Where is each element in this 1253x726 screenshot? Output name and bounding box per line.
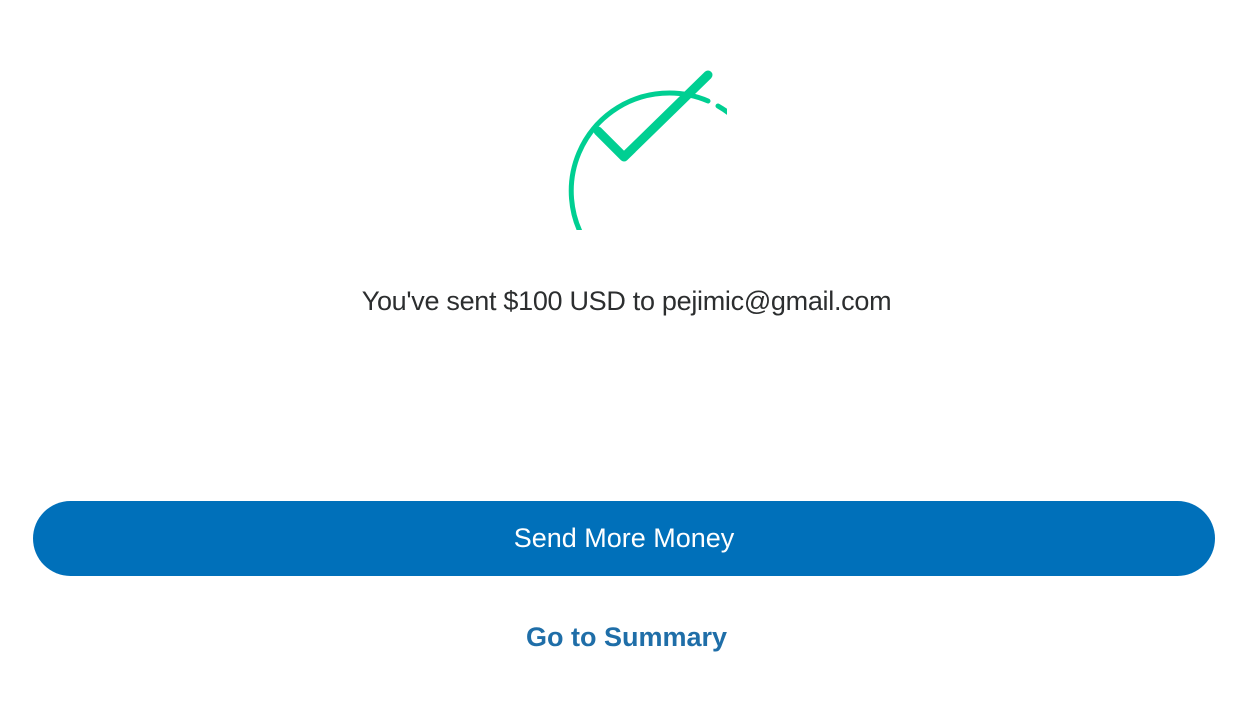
success-checkmark xyxy=(593,70,713,162)
confirmation-message: You've sent $100 USD to pejimic@gmail.co… xyxy=(361,286,892,316)
checkmark-circle-icon xyxy=(568,70,727,230)
send-more-money-button[interactable]: Send More Money xyxy=(33,501,1215,576)
go-to-summary-link-container: Go to Summary xyxy=(0,617,1253,657)
payment-success-page: You've sent $100 USD to pejimic@gmail.co… xyxy=(0,0,1253,726)
success-circle-arc xyxy=(568,90,727,230)
go-to-summary-link[interactable]: Go to Summary xyxy=(526,622,727,652)
